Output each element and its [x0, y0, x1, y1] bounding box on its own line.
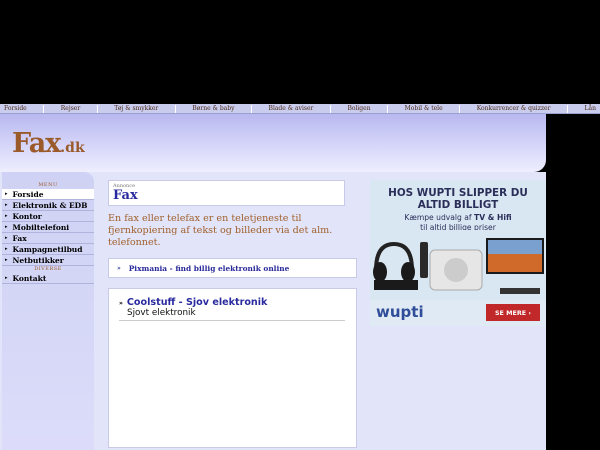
- sidebar-item-label: Elektronik & EDB: [12, 200, 88, 210]
- banner-headline-line2: ALTID BILLIGT: [417, 199, 499, 211]
- nav-link[interactable]: Lån: [585, 105, 596, 112]
- bullet-arrow-icon: ▸: [5, 235, 8, 241]
- main-content: Annonce Fax En fax eller telefax er en t…: [108, 180, 358, 450]
- nav-link[interactable]: Boligen: [347, 105, 370, 112]
- shop-list: » Coolstuff - Sjov elektronik Sjovt elektr…: [108, 288, 357, 448]
- sidebar-item-label: Kontakt: [12, 273, 47, 283]
- nav-link[interactable]: Rejser: [61, 105, 80, 112]
- nav-link[interactable]: Mobil & tele: [405, 105, 443, 112]
- bullet-arrow-icon: ▸: [5, 257, 8, 263]
- top-navigation-bar: Forside Rejser Tøj & smykker Børne & baby Bl…: [0, 104, 600, 114]
- banner-subline-1: Kæmpe udvalg af TV & Hifi: [404, 213, 512, 222]
- sidebar-item[interactable]: ▸ Fax: [2, 233, 94, 244]
- nav-separator: [96, 104, 98, 113]
- se-mere-button[interactable]: SE MERE ›: [486, 304, 540, 321]
- remote-icon: [420, 242, 428, 278]
- sidebar-item-label: Mobiltelefoni: [12, 222, 70, 232]
- wupti-ad-banner[interactable]: HOS WUPTI SLIPPER DU ALTID BILLIGT Kæmpe…: [370, 180, 546, 326]
- receiver-icon: [374, 280, 418, 290]
- site-header: Fax.dk: [0, 114, 546, 172]
- sidebar-item[interactable]: ▸ Kontor: [2, 211, 94, 222]
- nav-link[interactable]: Konkurrencer & quizzer: [477, 105, 551, 112]
- banner-headline-line1: HOS WUPTI SLIPPER DU: [388, 187, 528, 199]
- pixmania-link-label: Pixmania - find billig elektronik online: [128, 263, 290, 273]
- sidebar-item[interactable]: ▸ Netbutikker: [2, 255, 94, 266]
- sidebar-item[interactable]: ▸ Forside: [2, 189, 94, 200]
- sidebar-item-label: Kontor: [12, 211, 42, 221]
- nav-separator: [43, 104, 45, 113]
- bullet-arrow-icon: ▸: [5, 246, 8, 252]
- nav-separator: [329, 104, 331, 113]
- nav-separator: [251, 104, 252, 113]
- page-description: En fax eller telefax er en teletjeneste …: [108, 213, 333, 248]
- nav-link[interactable]: Blade & aviser: [269, 105, 314, 112]
- sidebar-item-label: Fax: [12, 233, 27, 243]
- sidebar-item[interactable]: ▸ Kontakt: [2, 273, 94, 284]
- double-arrow-icon: »: [119, 300, 123, 307]
- sidebar-item-label: Forside: [12, 189, 44, 199]
- wupti-logo: wupti: [376, 303, 424, 321]
- pixmania-link[interactable]: » Pixmania - find billig elektronik onli…: [108, 258, 357, 278]
- ad-box: Annonce Fax: [108, 180, 345, 206]
- banner-footer: wupti SE MERE ›: [370, 300, 546, 326]
- sidebar-item-label: Netbutikker: [12, 255, 64, 265]
- double-arrow-icon: »: [117, 264, 121, 272]
- shop-link-label: Coolstuff - Sjov elektronik: [126, 297, 268, 308]
- bullet-arrow-icon: ▸: [5, 224, 8, 230]
- sidebar-item[interactable]: ▸ Kampagnetilbud: [2, 244, 94, 255]
- banner-headline: HOS WUPTI SLIPPER DU ALTID BILLIGT: [370, 187, 546, 211]
- nav-separator: [567, 104, 568, 113]
- shop-link[interactable]: » Coolstuff - Sjov elektronik: [119, 297, 345, 308]
- bullet-arrow-icon: ▸: [5, 275, 8, 281]
- nav-separator: [387, 104, 389, 113]
- list-item: » Coolstuff - Sjov elektronik Sjovt elektr…: [119, 297, 345, 321]
- bullet-arrow-icon: ▸: [5, 202, 8, 208]
- nav-link[interactable]: Børne & baby: [192, 105, 234, 112]
- nav-link[interactable]: Tøj & smykker: [114, 105, 158, 112]
- banner-products-image: [370, 230, 546, 300]
- bullet-arrow-icon: ▸: [5, 191, 8, 197]
- nav-separator: [459, 104, 461, 113]
- sidebar-item[interactable]: ▸ Elektronik & EDB: [2, 200, 94, 211]
- sidebar-item[interactable]: ▸ Mobiltelefoni: [2, 222, 94, 233]
- page-title: Fax: [113, 188, 138, 203]
- sidebar-misc-heading: DIVERSE: [34, 266, 62, 272]
- site-logo[interactable]: Fax.dk: [12, 128, 85, 159]
- sidebar-item-label: Kampagnetilbud: [12, 244, 83, 254]
- nav-link[interactable]: Forside: [4, 105, 27, 112]
- sidebar: MENU ▸ Forside ▸ Elektronik & EDB ▸ Kontor ▸ Mob…: [2, 172, 94, 450]
- sidebar-menu-heading: MENU: [38, 182, 58, 188]
- shop-description: Sjovt elektronik: [127, 308, 196, 318]
- nav-separator: [174, 104, 176, 113]
- bullet-arrow-icon: ▸: [5, 213, 8, 219]
